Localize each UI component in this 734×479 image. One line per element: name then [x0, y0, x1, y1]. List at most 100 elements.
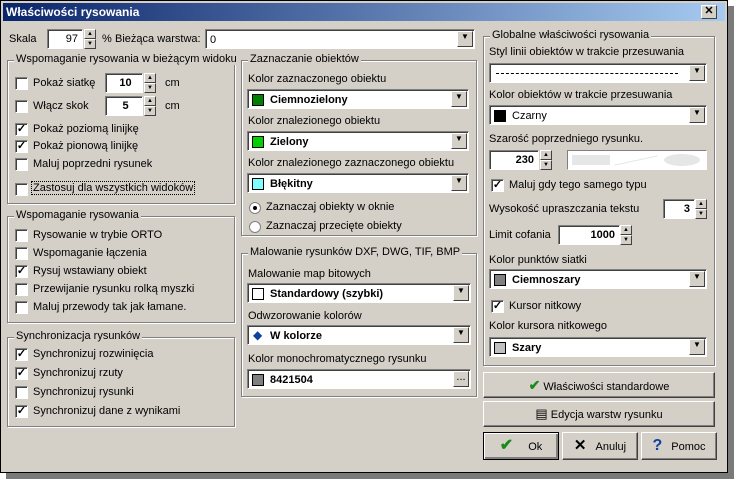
gray-preview: [567, 150, 707, 170]
move-color-dropdown-button[interactable]: ▼: [689, 107, 705, 123]
grid-points-color-select[interactable]: Ciemnoszary ▼: [489, 269, 707, 289]
color-mapping-dropdown-button[interactable]: ▼: [453, 327, 469, 343]
check-icon: ✓: [16, 367, 27, 379]
crosshair-checkbox[interactable]: ✓: [491, 300, 504, 313]
color-swatch: [252, 374, 264, 386]
bitmap-dropdown-button[interactable]: ▼: [453, 285, 469, 301]
found-selected-color-dropdown-button[interactable]: ▼: [451, 175, 467, 191]
prev-drawing-checkbox[interactable]: [15, 158, 28, 171]
show-grid-checkbox[interactable]: [15, 77, 28, 90]
selected-color-label: Kolor zaznaczonego obiektu: [248, 73, 387, 85]
found-selected-color-select[interactable]: Błękitny ▼: [247, 173, 469, 193]
gray-up-button[interactable]: ▲: [540, 150, 552, 160]
undo-limit-up-button[interactable]: ▲: [620, 225, 632, 235]
dashed-line-preview: [496, 73, 678, 74]
title-bar: Właściwości rysowania: [3, 3, 725, 21]
layer-label: Bieżąca warstwa:: [115, 33, 201, 45]
selected-color-select[interactable]: Ciemnozielony ▼: [247, 89, 469, 109]
vruler-checkbox[interactable]: ✓: [15, 140, 28, 153]
connect-assist-checkbox[interactable]: [15, 247, 28, 260]
crosshair-color-select[interactable]: Szary ▼: [489, 337, 707, 357]
help-question-icon: ?: [652, 437, 663, 454]
text-simplify-down-button[interactable]: ▼: [695, 209, 707, 219]
scale-input[interactable]: 97: [47, 29, 83, 49]
wheel-scroll-label: Przewijanie rysunku rolką myszki: [33, 283, 195, 295]
wheel-scroll-checkbox[interactable]: [15, 283, 28, 296]
cancel-label: Anuluj: [595, 441, 627, 453]
select-cross-radio[interactable]: [249, 221, 261, 233]
hruler-label: Pokaż poziomą linijkę: [33, 123, 139, 135]
snap-size-up-button[interactable]: ▲: [144, 96, 156, 106]
chevron-down-icon: ▼: [693, 66, 701, 75]
snap-size-down-button[interactable]: ▼: [144, 106, 156, 116]
scale-up-button[interactable]: ▲: [84, 29, 96, 39]
dialog-window: Właściwości rysowania ✕ Skala 97 ▲ ▼ % B…: [0, 0, 728, 473]
color-swatch: [494, 342, 506, 354]
undo-limit-down-button[interactable]: ▼: [620, 235, 632, 245]
select-cross-label: Zaznaczaj przecięte obiekty: [266, 220, 402, 232]
cancel-button[interactable]: ✕ Anuluj: [562, 432, 638, 460]
grid-points-color-dropdown-button[interactable]: ▼: [689, 271, 705, 287]
same-type-checkbox[interactable]: ✓: [491, 179, 504, 192]
select-window-label: Zaznaczaj obiekty w oknie: [266, 201, 395, 213]
ortho-checkbox[interactable]: [15, 229, 28, 242]
scale-down-button[interactable]: ▼: [84, 39, 96, 49]
help-button[interactable]: ? Pomoc: [641, 432, 717, 460]
grid-size-up-button[interactable]: ▲: [144, 73, 156, 83]
mono-color-field[interactable]: 8421504 ...: [247, 369, 471, 389]
select-window-radio[interactable]: [249, 202, 261, 214]
crosshair-color-dropdown-button[interactable]: ▼: [689, 339, 705, 355]
hruler-checkbox[interactable]: ✓: [15, 123, 28, 136]
grid-size-input[interactable]: 10: [105, 73, 143, 93]
grid-size-down-button[interactable]: ▼: [144, 83, 156, 93]
close-button[interactable]: ✕: [701, 5, 717, 19]
show-grid-label: Pokaż siatkę: [33, 77, 96, 89]
sync-drawings-checkbox[interactable]: [15, 386, 28, 399]
sync-unfold-checkbox[interactable]: ✓: [15, 348, 28, 361]
apply-all-label: Zastosuj dla wszystkich widoków: [31, 181, 196, 195]
standard-properties-button[interactable]: ✔ Właściwości standardowe: [483, 372, 715, 398]
paint-bucket-icon: ◆: [253, 328, 263, 342]
ok-label: Ok: [528, 441, 543, 453]
layer-select[interactable]: 0 ▼: [205, 29, 475, 49]
found-color-select[interactable]: Zielony ▼: [247, 131, 469, 151]
sync-results-checkbox[interactable]: ✓: [15, 405, 28, 418]
found-color-dropdown-button[interactable]: ▼: [451, 133, 467, 149]
arrow-up-icon: ▲: [147, 75, 153, 81]
edit-layers-label: Edycja warstw rysunku: [550, 409, 663, 421]
bitmap-select[interactable]: Standardowy (szybki) ▼: [247, 283, 471, 303]
ok-button[interactable]: ✔ Ok: [483, 432, 559, 460]
text-simplify-label: Wysokość upraszczania tekstu: [489, 203, 640, 215]
draw-inserted-checkbox[interactable]: ✓: [15, 265, 28, 278]
view-assist-title: Wspomaganie rysowania w bieżącym widoku: [14, 53, 239, 65]
wires-polyline-checkbox[interactable]: [15, 301, 28, 314]
snap-size-input[interactable]: 5: [105, 96, 143, 116]
chevron-down-icon: ▼: [693, 108, 701, 117]
color-mapping-select[interactable]: ◆ W kolorze ▼: [247, 325, 471, 345]
text-simplify-input[interactable]: 3: [663, 199, 695, 219]
sync-views-label: Synchronizuj rzuty: [33, 367, 123, 379]
line-style-dropdown-button[interactable]: ▼: [689, 65, 705, 81]
text-simplify-up-button[interactable]: ▲: [695, 199, 707, 209]
gray-input[interactable]: 230: [489, 150, 539, 170]
gray-down-button[interactable]: ▼: [540, 160, 552, 170]
mono-color-browse-button[interactable]: ...: [453, 371, 469, 387]
undo-limit-input[interactable]: 1000: [558, 225, 620, 245]
edit-layers-button[interactable]: ▤ Edycja warstw rysunku: [483, 401, 715, 427]
same-type-label: Maluj gdy tego samego typu: [509, 179, 647, 191]
vruler-label: Pokaż pionową linijkę: [33, 140, 139, 152]
crosshair-label: Kursor nitkowy: [509, 300, 582, 312]
gray-ellipse-preview: [664, 154, 700, 166]
selected-color-dropdown-button[interactable]: ▼: [451, 91, 467, 107]
apply-all-checkbox[interactable]: [15, 183, 28, 196]
sync-unfold-label: Synchronizuj rozwinięcia: [33, 348, 154, 360]
color-swatch: [252, 288, 264, 300]
color-swatch: [252, 178, 264, 190]
arrow-up-icon: ▲: [543, 152, 549, 158]
sync-views-checkbox[interactable]: ✓: [15, 367, 28, 380]
snap-checkbox[interactable]: [15, 100, 28, 113]
layer-dropdown-button[interactable]: ▼: [457, 31, 473, 47]
check-icon: ✓: [16, 405, 27, 417]
line-style-select[interactable]: ▼: [489, 63, 707, 83]
move-color-select[interactable]: Czarny ▼: [489, 105, 707, 125]
